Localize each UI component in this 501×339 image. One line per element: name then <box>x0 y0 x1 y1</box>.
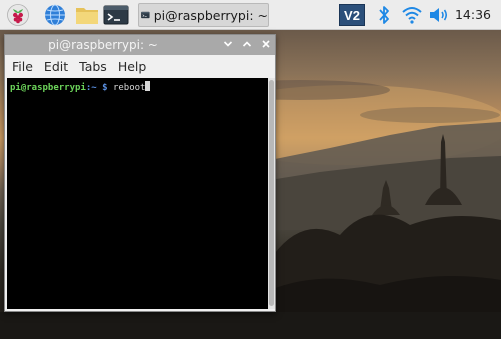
terminal-icon[interactable] <box>103 4 129 26</box>
clock[interactable]: 14:36 <box>455 7 491 22</box>
maximize-button[interactable] <box>240 37 254 51</box>
terminal-window: pi@raspberrypi: ~ File Edit Tabs Help pi… <box>4 34 276 312</box>
scrollbar-thumb[interactable] <box>269 80 274 306</box>
terminal-output[interactable]: pi@raspberrypi:~ $ reboot <box>7 78 268 309</box>
volume-icon[interactable] <box>428 5 450 25</box>
typed-command: reboot <box>107 83 146 93</box>
terminal-scrollbar[interactable] <box>268 78 275 309</box>
taskbar-window-label: pi@raspberrypi: ~ <box>153 7 268 23</box>
close-button[interactable] <box>259 37 273 51</box>
wifi-icon[interactable] <box>402 5 422 25</box>
window-title: pi@raspberrypi: ~ <box>48 38 158 52</box>
menu-edit[interactable]: Edit <box>44 59 68 74</box>
vnc-label: V2 <box>344 8 360 23</box>
raspberry-pi-menu-icon[interactable] <box>7 4 29 26</box>
file-manager-icon[interactable] <box>75 4 99 26</box>
menu-bar: File Edit Tabs Help <box>5 55 275 77</box>
menu-help[interactable]: Help <box>118 59 147 74</box>
menu-tabs[interactable]: Tabs <box>79 59 107 74</box>
taskbar-window-button[interactable]: pi@raspberrypi: ~ <box>138 3 269 27</box>
terminal-icon <box>141 11 150 19</box>
prompt-path: :~ $ <box>85 83 108 93</box>
vnc-icon[interactable]: V2 <box>339 4 365 26</box>
taskbar: pi@raspberrypi: ~ V2 14:36 <box>0 0 501 30</box>
minimize-button[interactable] <box>221 37 235 51</box>
bluetooth-icon[interactable] <box>378 5 390 25</box>
menu-file[interactable]: File <box>12 59 33 74</box>
close-icon <box>262 40 270 48</box>
web-browser-icon[interactable] <box>44 4 66 26</box>
chevron-up-icon <box>242 41 252 47</box>
window-titlebar[interactable]: pi@raspberrypi: ~ <box>5 35 275 55</box>
prompt-user-host: pi@raspberrypi <box>10 83 86 93</box>
text-cursor <box>145 81 151 91</box>
chevron-down-icon <box>223 41 233 47</box>
